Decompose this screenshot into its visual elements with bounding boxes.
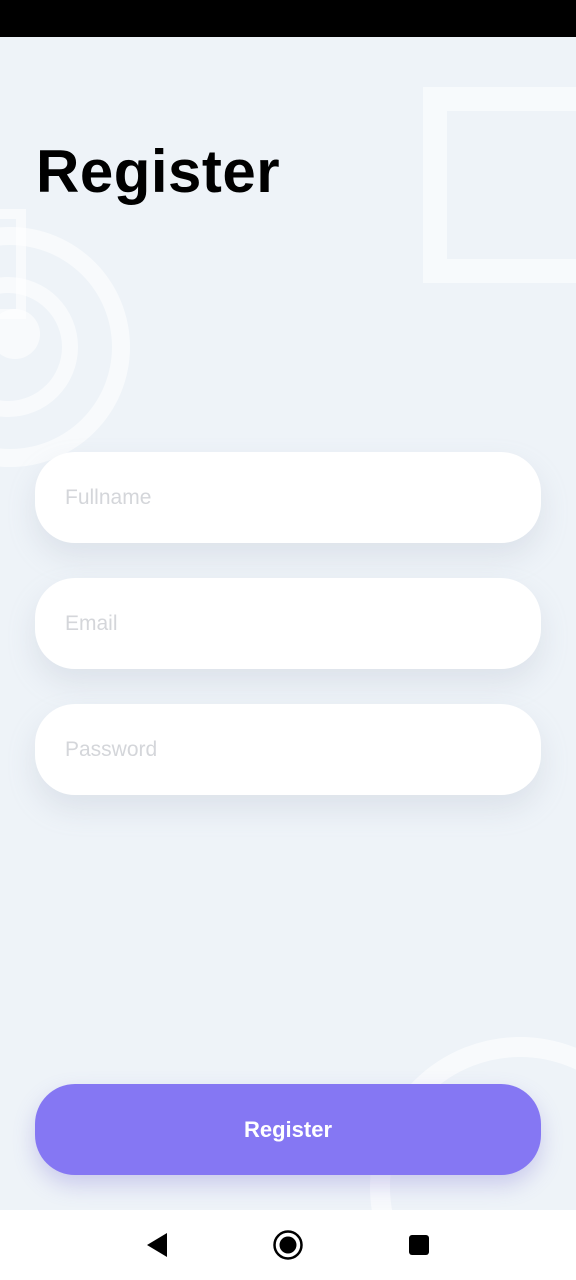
register-screen: Register Register [0, 37, 576, 1210]
decorative-square [423, 87, 576, 283]
page-title: Register [36, 138, 281, 205]
home-button[interactable] [271, 1228, 305, 1262]
register-button[interactable]: Register [35, 1084, 541, 1175]
phone-screen: Register Register [0, 0, 576, 1280]
back-triangle-icon [147, 1233, 167, 1257]
back-button[interactable] [140, 1228, 174, 1262]
email-field[interactable] [35, 578, 541, 669]
recents-button[interactable] [402, 1228, 436, 1262]
home-circle-icon [273, 1230, 303, 1260]
recents-square-icon [409, 1235, 429, 1255]
password-field[interactable] [35, 704, 541, 795]
fullname-field[interactable] [35, 452, 541, 543]
register-button-label: Register [243, 1116, 333, 1142]
system-navigation-bar [0, 1210, 576, 1280]
decorative-bar [0, 209, 26, 319]
status-bar [0, 0, 576, 37]
